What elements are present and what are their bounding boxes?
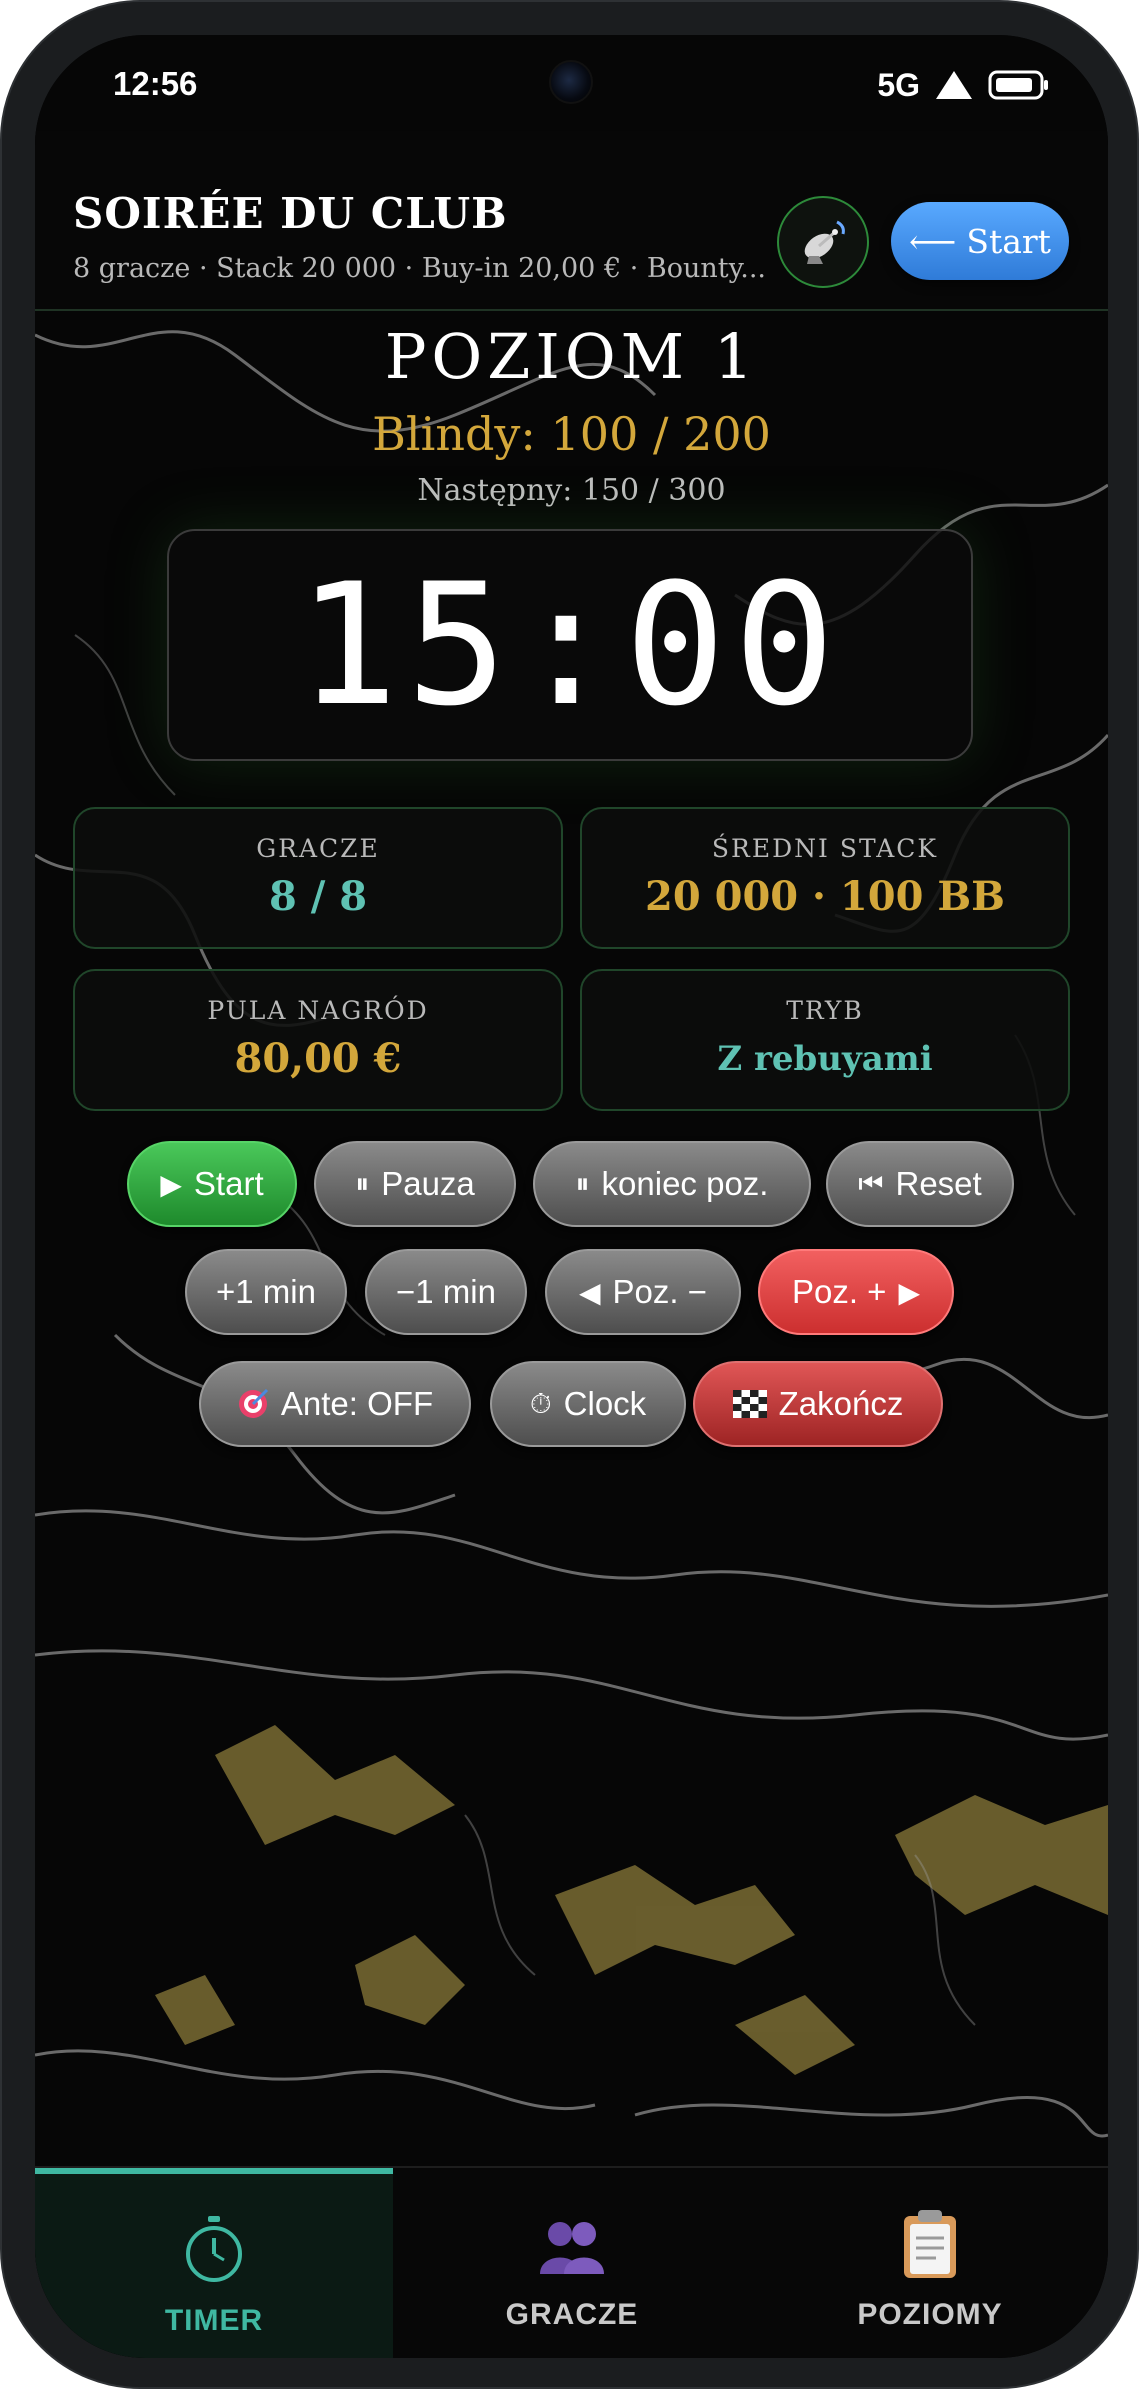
nav-label: TIMER (164, 2304, 264, 2337)
finish-label: Zakończ (778, 1385, 904, 1422)
start-button[interactable]: ▶ Start (127, 1141, 297, 1227)
pause-label: Pauza (381, 1165, 475, 1202)
pause-button[interactable]: ⏸ Pauza (314, 1141, 516, 1227)
arrow-left-icon: ⟵ (909, 221, 957, 261)
front-camera (549, 60, 593, 104)
add-minute-label: +1 min (216, 1273, 316, 1310)
app-header: SOIRÉE DU CLUB 8 gracze · Stack 20 000 ·… (35, 131, 1108, 311)
nav-label: GRACZE (505, 2298, 639, 2331)
add-minute-button[interactable]: +1 min (185, 1249, 347, 1335)
triangle-right-icon: ▶ (898, 1276, 921, 1308)
level-up-button[interactable]: Poz. + ▶ (758, 1249, 954, 1335)
current-blinds: Blindy: 100 / 200 (372, 407, 771, 461)
header-start-label: Start (966, 221, 1051, 261)
pause-end-level-label: koniec poz. (601, 1165, 769, 1202)
phone-frame: 12:56 5G SOIRÉE DU CLUB 8 gracze · Stack… (0, 0, 1139, 2389)
subtract-minute-label: −1 min (396, 1273, 496, 1310)
stat-card-mode: TRYB Z rebuyami (580, 969, 1070, 1111)
level-up-label: Poz. + (791, 1273, 887, 1310)
ante-toggle-button[interactable]: Ante: OFF (199, 1361, 471, 1447)
nav-label: POZIOMY (857, 2298, 1003, 2331)
status-indicators: 5G (877, 65, 1050, 105)
reset-label: Reset (895, 1165, 982, 1202)
satellite-dish-icon (804, 220, 845, 264)
pause-icon: ⏸ (355, 1167, 370, 1199)
reset-button[interactable]: ⏮ Reset (826, 1141, 1014, 1227)
battery-icon (988, 70, 1048, 100)
target-icon (238, 1388, 268, 1418)
signal-icon (936, 71, 972, 99)
app-screen: 12:56 5G SOIRÉE DU CLUB 8 gracze · Stack… (35, 35, 1108, 2358)
nav-tab-players[interactable]: GRACZE (393, 2168, 751, 2358)
stat-card-avg-stack: ŚREDNI STACK 20 000 · 100 BB (580, 807, 1070, 949)
stat-label: TRYB (786, 996, 864, 1025)
timer-panel: 15:00 (167, 529, 973, 761)
status-time: 12:56 (113, 65, 198, 102)
cast-button[interactable] (777, 196, 869, 288)
bottom-navigation: TIMER GRACZE POZIOMY (35, 2166, 1108, 2358)
pause-end-level-button[interactable]: ⏸ koniec poz. (533, 1141, 811, 1227)
stat-value: 8 / 8 (268, 873, 368, 920)
users-icon (540, 2222, 604, 2274)
status-bar: 12:56 5G (35, 35, 1108, 131)
clipboard-icon (904, 2210, 956, 2278)
stat-card-players: GRACZE 8 / 8 (73, 807, 563, 949)
clock-button[interactable]: ⏱ Clock (490, 1361, 686, 1447)
stat-label: PULA NAGRÓD (207, 996, 429, 1025)
level-title: POZIOM 1 (384, 320, 759, 393)
nav-tab-levels[interactable]: POZIOMY (751, 2168, 1108, 2358)
ante-label: Ante: OFF (280, 1385, 434, 1422)
level-down-label: Poz. − (612, 1273, 708, 1310)
triangle-left-icon: ◀ (578, 1276, 601, 1308)
subtract-minute-button[interactable]: −1 min (365, 1249, 527, 1335)
stat-label: GRACZE (256, 834, 380, 863)
level-down-button[interactable]: ◀ Poz. − (545, 1249, 741, 1335)
stat-value: Z rebuyami (717, 1039, 933, 1079)
next-blinds: Następny: 150 / 300 (417, 473, 726, 508)
stopwatch-icon: ⏱ (529, 1387, 552, 1419)
stat-label: ŚREDNI STACK (711, 834, 939, 863)
clock-label: Clock (563, 1385, 647, 1422)
header-start-button[interactable]: ⟵ Start (891, 202, 1069, 280)
pause-icon: ⏸ (575, 1167, 590, 1199)
tournament-summary: 8 gracze · Stack 20 000 · Buy-in 20,00 €… (73, 253, 767, 284)
stat-card-prize-pool: PULA NAGRÓD 80,00 € (73, 969, 563, 1111)
stat-value: 20 000 · 100 BB (645, 873, 1005, 920)
nav-tab-timer[interactable]: TIMER (35, 2168, 393, 2358)
stat-value: 80,00 € (234, 1035, 402, 1082)
start-label: Start (193, 1165, 264, 1202)
timer-display: 15:00 (297, 547, 843, 743)
play-icon: ▶ (160, 1168, 182, 1200)
finish-button[interactable]: Zakończ (693, 1361, 943, 1447)
checkered-flag-icon (732, 1390, 767, 1418)
stopwatch-icon (186, 2216, 242, 2282)
tournament-title: SOIRÉE DU CLUB (73, 189, 508, 238)
network-type: 5G (877, 66, 920, 103)
skip-back-icon: ⏮ (858, 1167, 884, 1199)
